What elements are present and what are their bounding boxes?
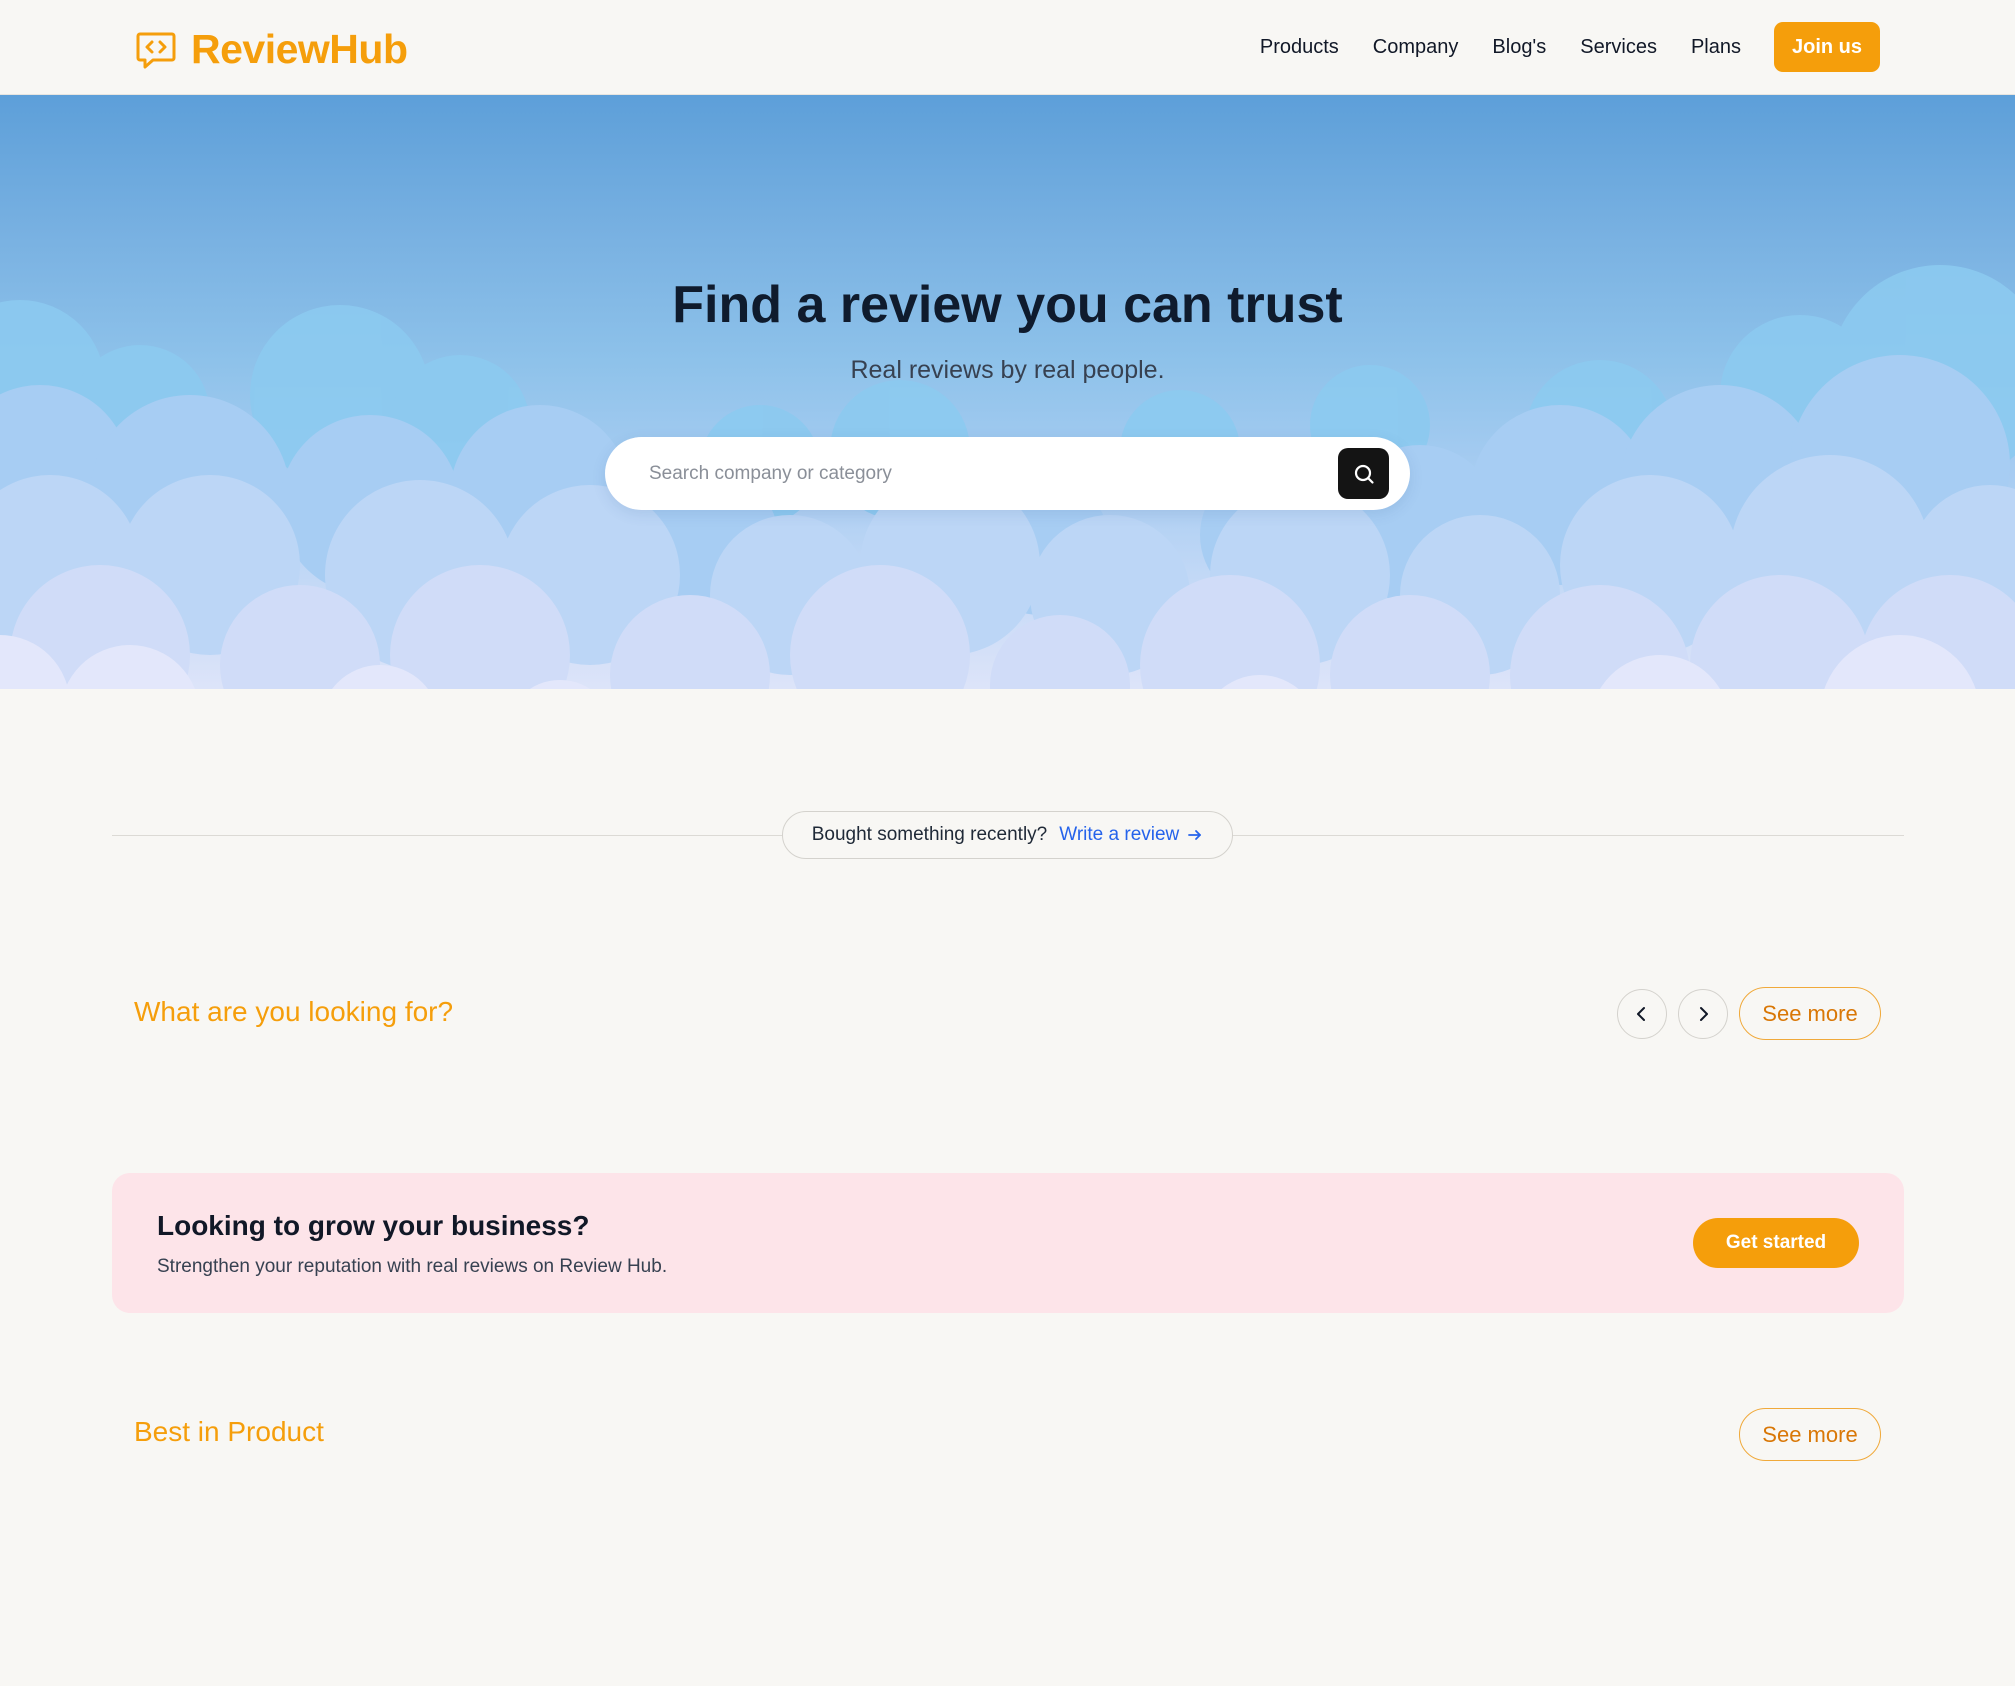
hero-subtitle: Real reviews by real people.	[850, 356, 1165, 384]
hero-section: Find a review you can trust Real reviews…	[0, 95, 2015, 689]
top-navbar: ReviewHub Products Company Blog's Servic…	[0, 0, 2015, 95]
clouds-background	[0, 265, 2015, 689]
nav-item-company[interactable]: Company	[1373, 36, 1459, 59]
brand-name: ReviewHub	[191, 26, 408, 72]
search-icon	[1354, 464, 1374, 484]
search-bar	[605, 437, 1410, 510]
arrow-right-icon	[1188, 830, 1202, 840]
banner-title: Looking to grow your business?	[157, 1210, 590, 1241]
nav-item-blogs[interactable]: Blog's	[1492, 36, 1546, 59]
business-banner: Looking to grow your business? Strengthe…	[112, 1173, 1904, 1313]
review-prompt-text: Bought something recently?	[811, 824, 1048, 845]
hero-title: Find a review you can trust	[672, 276, 1343, 334]
nav-item-products[interactable]: Products	[1260, 36, 1339, 59]
main-nav: Products Company Blog's Services Plans J…	[1260, 22, 1880, 72]
search-button[interactable]	[1338, 448, 1389, 499]
join-us-button[interactable]: Join us	[1774, 22, 1880, 72]
carousel-prev-button[interactable]	[1617, 989, 1667, 1039]
logo[interactable]: ReviewHub	[135, 26, 408, 73]
nav-item-plans[interactable]: Plans	[1691, 36, 1741, 59]
write-review-label: Write a review	[1059, 824, 1180, 845]
carousel-next-button[interactable]	[1678, 989, 1728, 1039]
product-section-title: Best in Product	[134, 1416, 324, 1447]
see-more-button[interactable]: See more	[1739, 987, 1881, 1040]
looking-section-title: What are you looking for?	[134, 996, 454, 1027]
chat-code-icon	[136, 32, 176, 68]
nav-item-services[interactable]: Services	[1580, 36, 1657, 59]
chevron-left-icon	[1637, 1007, 1645, 1021]
write-review-link[interactable]: Write a review	[1059, 824, 1203, 846]
get-started-button[interactable]: Get started	[1693, 1218, 1859, 1268]
chevron-right-icon	[1700, 1007, 1708, 1021]
banner-subtitle: Strengthen your reputation with real rev…	[157, 1256, 668, 1277]
search-input[interactable]	[625, 448, 1330, 499]
product-see-more-button[interactable]: See more	[1739, 1408, 1881, 1461]
review-prompt-pill: Bought something recently? Write a revie…	[782, 811, 1233, 859]
